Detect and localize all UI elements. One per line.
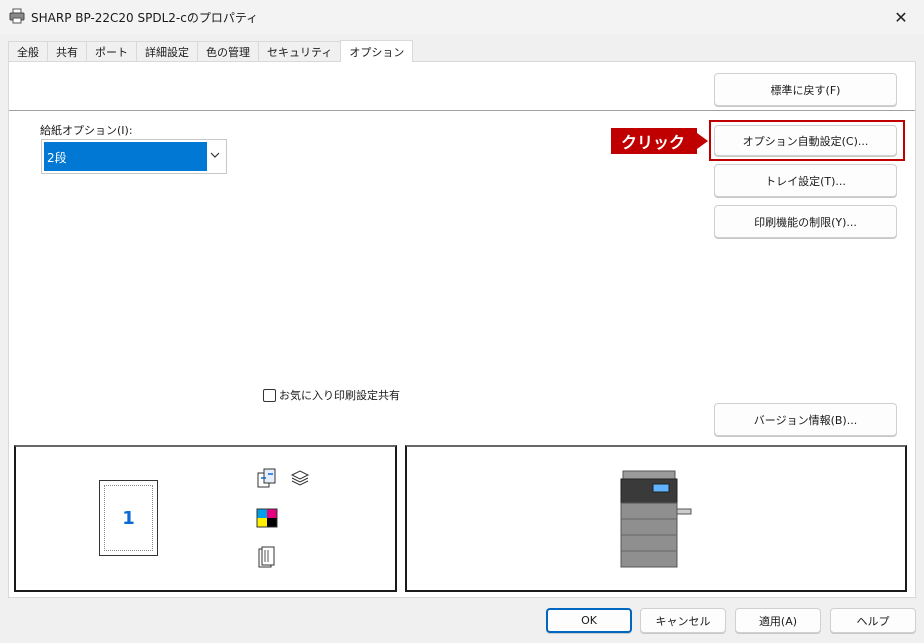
- paper-stack-icon: [290, 470, 310, 486]
- tab-general[interactable]: 全般: [8, 41, 48, 62]
- page-preview: 1: [99, 480, 158, 556]
- ok-button[interactable]: OK: [546, 608, 632, 633]
- page-number: 1: [104, 485, 153, 551]
- tab-sharing[interactable]: 共有: [47, 41, 87, 62]
- annotation-highlight-box: [709, 120, 905, 161]
- tab-ports[interactable]: ポート: [86, 41, 137, 62]
- print-restrictions-button[interactable]: 印刷機能の制限(Y)...: [714, 205, 897, 238]
- annotation-callout: クリック: [611, 128, 697, 154]
- checkbox-box[interactable]: [263, 388, 276, 402]
- help-button[interactable]: ヘルプ: [830, 608, 916, 633]
- color-mode-icon: [256, 508, 278, 528]
- paper-feed-select[interactable]: 2段: [41, 139, 227, 174]
- staple-icon: [258, 546, 275, 568]
- tab-color-management[interactable]: 色の管理: [197, 41, 259, 62]
- paper-feed-selected-value: 2段: [44, 142, 207, 171]
- tab-security[interactable]: セキュリティ: [258, 41, 342, 62]
- version-info-button[interactable]: バージョン情報(B)...: [714, 403, 897, 436]
- window-title: SHARP BP-22C20 SPDL2-cのプロパティ: [31, 11, 259, 25]
- tray-settings-button[interactable]: トレイ設定(T)...: [714, 164, 897, 197]
- chevron-down-icon: [210, 150, 220, 163]
- cancel-button[interactable]: キャンセル: [640, 608, 726, 633]
- separator: [9, 110, 915, 111]
- printer-icon: [9, 8, 25, 24]
- print-preview-panel: 1: [14, 445, 397, 592]
- restore-defaults-button[interactable]: 標準に戻す(F): [714, 73, 897, 106]
- tab-advanced[interactable]: 詳細設定: [136, 41, 198, 62]
- favorites-share-checkbox[interactable]: お気に入り印刷設定共有: [263, 387, 400, 403]
- duplex-icon: [257, 468, 276, 488]
- printer-preview-panel: [405, 445, 907, 592]
- tab-options[interactable]: オプション: [340, 40, 414, 62]
- close-icon: ✕: [894, 7, 908, 27]
- tab-bar: 全般 共有 ポート 詳細設定 色の管理 セキュリティ オプション: [8, 40, 414, 62]
- paper-feed-label: 給紙オプション(I):: [40, 124, 133, 137]
- title-bar: SHARP BP-22C20 SPDL2-cのプロパティ ✕: [0, 0, 924, 34]
- apply-button[interactable]: 適用(A): [735, 608, 821, 633]
- printer-machine-icon: [620, 470, 692, 568]
- options-panel: 標準に戻す(F) 給紙オプション(I): 2段 オプション自動設定(C)... …: [8, 61, 916, 598]
- close-button[interactable]: ✕: [878, 0, 924, 34]
- callout-arrow-icon: [697, 133, 708, 149]
- favorites-share-label: お気に入り印刷設定共有: [279, 389, 400, 402]
